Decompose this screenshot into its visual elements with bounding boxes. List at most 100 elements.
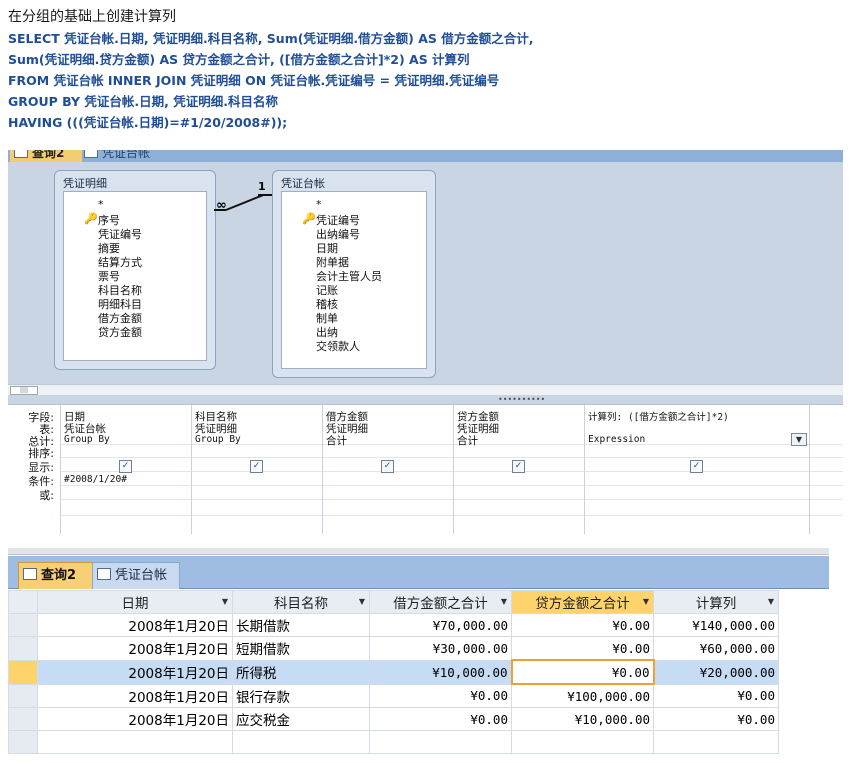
select-all-corner[interactable]: [8, 590, 38, 614]
sql-line: HAVING (((凭证台帐.日期)=#1/20/2008#));: [8, 115, 288, 130]
canvas-horizontal-scrollbar[interactable]: ||||: [8, 384, 843, 395]
table-row[interactable]: 2008年1月20日 应交税金 ¥0.00 ¥10,000.00 ¥0.00: [8, 707, 779, 731]
cell-credit-sum[interactable]: ¥0.00: [511, 613, 654, 637]
datasheet-table: 日期 ▼ 科目名称 ▼ 借方金额之合计 ▼ 贷方金额之合计 ▼ 计算列 ▼ 2008年1月…: [8, 590, 779, 754]
cell-account[interactable]: 所得税: [232, 659, 370, 685]
total-cell[interactable]: Group By: [64, 434, 110, 445]
table-row[interactable]: 2008年1月20日 银行存款 ¥0.00 ¥100,000.00 ¥0.00: [8, 683, 779, 708]
table-row-current[interactable]: 2008年1月20日 所得税 ¥10,000.00 ¥0.00 ¥20,000.…: [8, 659, 779, 685]
total-cell[interactable]: 合计: [457, 433, 478, 448]
row-selector[interactable]: [8, 613, 38, 637]
table-canvas[interactable]: 凭证明细 * 🔑 序号 凭证编号 摘要 结算方式 票号 科目名称 明细科目 借方…: [8, 162, 843, 384]
field-list-voucher-ledger[interactable]: 凭证台帐 * 🔑 凭证编号 出纳编号 日期 附单据 会计主管人员 记账 稽核 制…: [272, 170, 436, 378]
chevron-down-icon[interactable]: ▼: [501, 597, 507, 606]
field-list[interactable]: * 🔑 序号 凭证编号 摘要 结算方式 票号 科目名称 明细科目 借方金额 贷方…: [63, 191, 207, 361]
cell-credit-sum[interactable]: ¥10,000.00: [511, 707, 654, 731]
field-item[interactable]: *: [98, 198, 104, 211]
empty-cell[interactable]: [511, 730, 654, 754]
tab-voucher-ledger[interactable]: 凭证台帐: [84, 150, 174, 162]
column-header[interactable]: 借方金额之合计 ▼: [369, 590, 512, 614]
sql-line: FROM 凭证台帐 INNER JOIN 凭证明细 ON 凭证台帐.凭证编号 =…: [8, 73, 500, 88]
chevron-down-icon[interactable]: ▼: [359, 597, 365, 606]
cell-date[interactable]: 2008年1月20日: [37, 636, 233, 661]
show-checkbox[interactable]: ✓: [381, 460, 394, 473]
grid-column[interactable]: 计算列: ([借方金额之合计]*2) Expression ▼ ✓: [584, 405, 810, 534]
cell-calc[interactable]: ¥60,000.00: [653, 636, 779, 661]
scrollbar-thumb[interactable]: ||||: [10, 386, 38, 395]
column-header[interactable]: 计算列 ▼: [653, 590, 779, 614]
tab-query2[interactable]: 查询2: [10, 150, 82, 162]
page-heading: 在分组的基础上创建计算列: [8, 9, 176, 25]
total-cell[interactable]: Expression: [588, 434, 645, 445]
table-row[interactable]: 2008年1月20日 短期借款 ¥30,000.00 ¥0.00 ¥60,000…: [8, 636, 779, 661]
cell-account[interactable]: 银行存款: [232, 683, 370, 708]
grid-column[interactable]: 贷方金额 凭证明细 合计 ✓: [453, 405, 584, 534]
row-selector[interactable]: [8, 707, 38, 731]
column-header[interactable]: 日期 ▼: [37, 590, 233, 614]
empty-cell[interactable]: [369, 730, 512, 754]
table-icon: [97, 568, 111, 580]
sql-line: GROUP BY 凭证台帐.日期, 凭证明细.科目名称: [8, 94, 279, 109]
relationship-line[interactable]: [258, 194, 272, 196]
cell-credit-sum[interactable]: ¥100,000.00: [511, 683, 654, 708]
cell-account[interactable]: 应交税金: [232, 707, 370, 731]
cell-date[interactable]: 2008年1月20日: [37, 613, 233, 637]
cell-credit-sum[interactable]: ¥0.00: [511, 636, 654, 661]
grid-column[interactable]: 日期 凭证台帐 Group By ✓ #2008/1/20#: [60, 405, 191, 534]
field-item[interactable]: *: [316, 198, 322, 211]
table-row[interactable]: 2008年1月20日 长期借款 ¥70,000.00 ¥0.00 ¥140,00…: [8, 613, 779, 637]
header-label: 贷方金额之合计: [535, 596, 630, 612]
column-header[interactable]: 贷方金额之合计 ▼: [511, 590, 654, 614]
criteria-cell[interactable]: #2008/1/20#: [64, 474, 127, 485]
field-cell[interactable]: 计算列: ([借方金额之合计]*2): [588, 409, 729, 423]
column-header[interactable]: 科目名称 ▼: [232, 590, 370, 614]
cell-credit-sum-focused[interactable]: ¥0.00: [510, 659, 655, 685]
total-cell[interactable]: 合计: [326, 433, 347, 448]
cell-date[interactable]: 2008年1月20日: [37, 707, 233, 731]
row-selector[interactable]: [8, 659, 38, 685]
show-checkbox[interactable]: ✓: [512, 460, 525, 473]
relationship-line[interactable]: [225, 194, 264, 211]
grid-column[interactable]: [809, 405, 844, 534]
cell-debit-sum[interactable]: ¥10,000.00: [369, 659, 512, 685]
empty-cell[interactable]: [653, 730, 779, 754]
cell-debit-sum[interactable]: ¥70,000.00: [369, 613, 512, 637]
chevron-down-icon[interactable]: ▼: [222, 597, 228, 606]
header-label: 计算列: [695, 596, 737, 612]
show-checkbox[interactable]: ✓: [690, 460, 703, 473]
cell-debit-sum[interactable]: ¥0.00: [369, 707, 512, 731]
field-list-voucher-detail[interactable]: 凭证明细 * 🔑 序号 凭证编号 摘要 结算方式 票号 科目名称 明细科目 借方…: [54, 170, 216, 370]
cell-calc[interactable]: ¥0.00: [653, 683, 779, 708]
total-cell[interactable]: Group By: [195, 434, 241, 445]
total-dropdown-arrow-icon[interactable]: ▼: [791, 433, 807, 446]
cell-account[interactable]: 长期借款: [232, 613, 370, 637]
tab-label: 凭证台帐: [115, 568, 168, 583]
cell-date[interactable]: 2008年1月20日: [37, 683, 233, 708]
row-selector[interactable]: [8, 730, 38, 754]
grid-column[interactable]: 科目名称 凭证明细 Group By ✓: [191, 405, 322, 534]
chevron-down-icon[interactable]: ▼: [643, 597, 649, 606]
tab-query2[interactable]: 查询2: [18, 562, 94, 589]
show-checkbox[interactable]: ✓: [250, 460, 263, 473]
field-item[interactable]: 交领款人: [316, 338, 360, 354]
pane-splitter[interactable]: ••••••••••: [8, 395, 843, 404]
cell-calc[interactable]: ¥140,000.00: [653, 613, 779, 637]
field-item[interactable]: 贷方金额: [98, 324, 142, 340]
field-list[interactable]: * 🔑 凭证编号 出纳编号 日期 附单据 会计主管人员 记账 稽核 制单 出纳 …: [281, 191, 427, 369]
new-record-row[interactable]: [8, 730, 779, 754]
show-checkbox[interactable]: ✓: [119, 460, 132, 473]
cell-calc[interactable]: ¥0.00: [653, 707, 779, 731]
row-selector[interactable]: [8, 683, 38, 708]
empty-cell[interactable]: [232, 730, 370, 754]
cell-account[interactable]: 短期借款: [232, 636, 370, 661]
row-selector[interactable]: [8, 636, 38, 661]
chevron-down-icon[interactable]: ▼: [768, 597, 774, 606]
tab-voucher-ledger[interactable]: 凭证台帐: [92, 562, 180, 589]
previous-view-edge: [8, 548, 829, 555]
grid-column[interactable]: 借方金额 凭证明细 合计 ✓: [322, 405, 453, 534]
empty-cell[interactable]: [37, 730, 233, 754]
cell-date[interactable]: 2008年1月20日: [37, 659, 233, 685]
cell-debit-sum[interactable]: ¥0.00: [369, 683, 512, 708]
cell-debit-sum[interactable]: ¥30,000.00: [369, 636, 512, 661]
cell-calc[interactable]: ¥20,000.00: [653, 659, 779, 685]
